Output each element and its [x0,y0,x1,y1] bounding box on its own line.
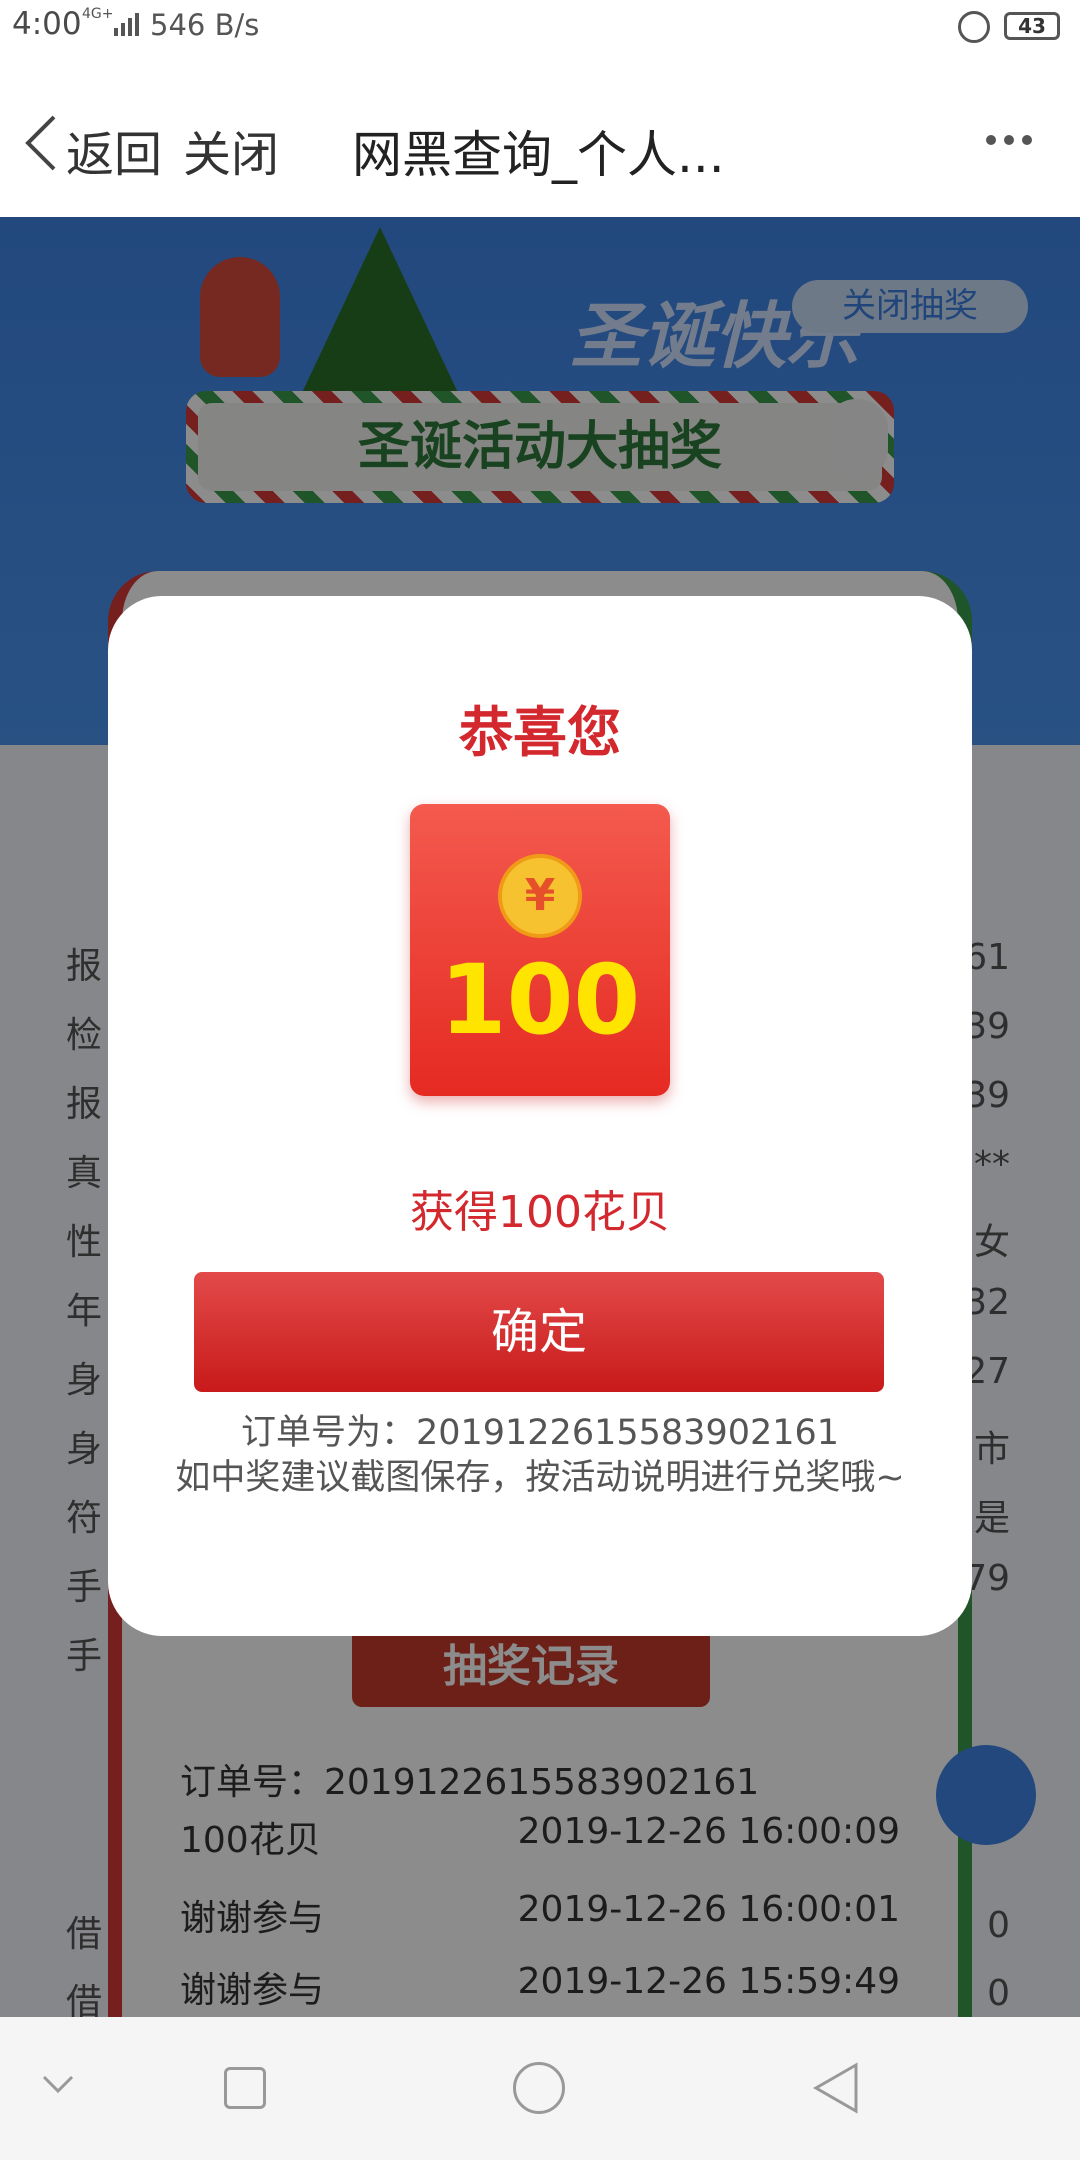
prize-dialog: 恭喜您 ¥ 100 获得100花贝 确定 订单号为：20191226155839… [108,596,972,1636]
battery-icon: 43 [1004,12,1060,40]
signal-icon [114,13,139,36]
status-time: 4:00 [12,6,82,42]
order-number: 订单号为：20191226155839021​61 [240,1413,840,1453]
back-arrow-icon[interactable] [22,113,62,173]
confirm-button[interactable]: 确定 [194,1272,884,1392]
dialog-title: 恭喜您 [459,701,621,764]
redeem-tip: 如中奖建议截图保存，按活动说明进行兑奖哦~ [175,1458,905,1498]
more-menu-icon[interactable] [986,130,1042,146]
back-triangle-icon[interactable] [810,2061,862,2115]
status-bar: 4:00 4G+ 546 B/s 43 [0,0,1080,55]
recents-button[interactable] [224,2067,266,2109]
network-type: 4G+ [82,6,114,22]
page-title: 网黑查询_个人... [352,126,725,184]
network-speed: 546 B/s [150,8,260,42]
home-button[interactable] [513,2062,565,2114]
coin-icon: ¥ [498,854,582,938]
red-envelope: ¥ 100 [410,804,670,1096]
rotation-lock-icon [958,11,990,43]
close-button[interactable]: 关闭 [183,115,279,185]
chevron-down-icon[interactable] [40,2065,76,2101]
title-bar: 返回 关闭 网黑查询_个人... [0,55,1080,217]
system-nav-bar [0,2017,1080,2160]
back-button[interactable]: 返回 [66,115,162,185]
prize-amount: 100 [439,944,641,1056]
prize-text: 获得100花贝 [410,1187,670,1238]
